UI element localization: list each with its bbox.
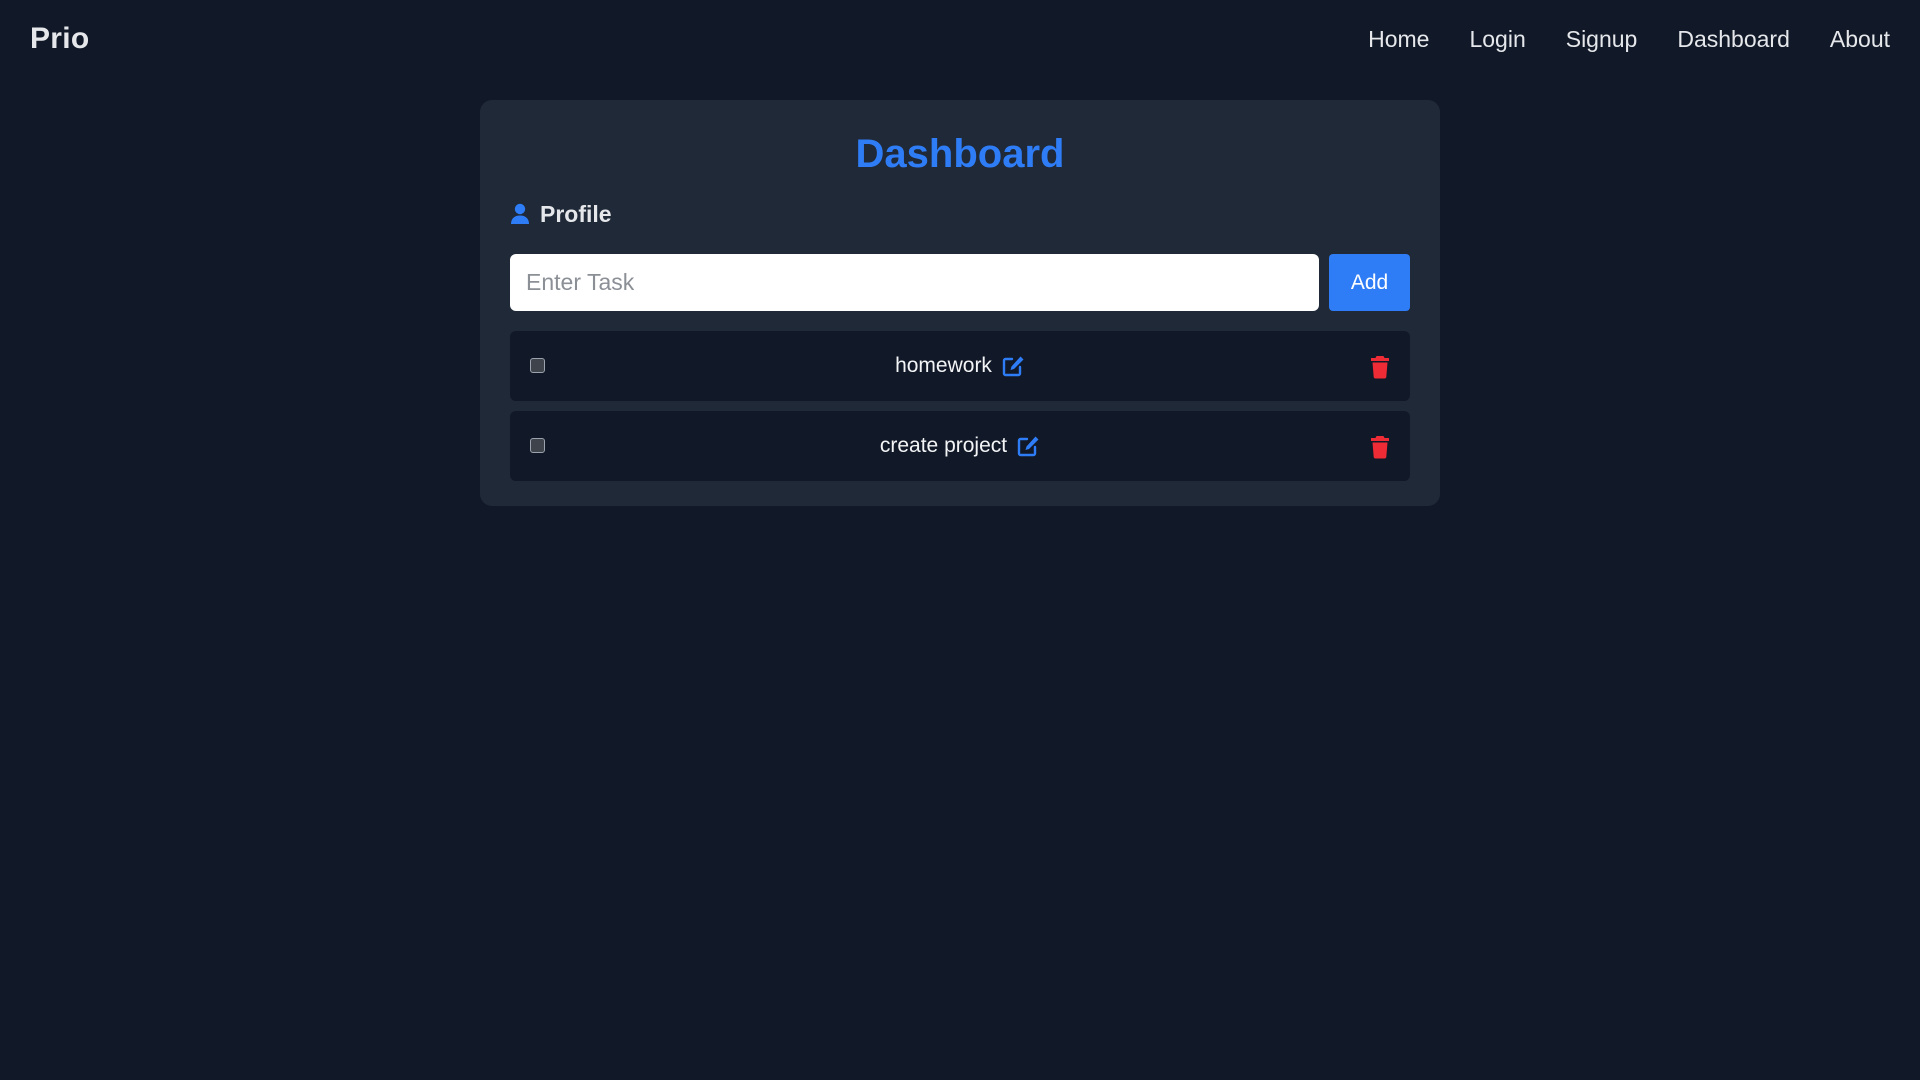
task-input[interactable]: [510, 254, 1319, 311]
nav-link-dashboard[interactable]: Dashboard: [1677, 26, 1790, 53]
task-item: homework: [510, 331, 1410, 401]
profile-label: Profile: [540, 200, 612, 227]
task-checkbox[interactable]: [530, 358, 545, 373]
page-title: Dashboard: [855, 132, 1065, 176]
task-text: create project: [879, 434, 1008, 457]
add-button[interactable]: Add: [1329, 254, 1410, 311]
nav-link-home[interactable]: Home: [1368, 26, 1429, 53]
nav-link-about[interactable]: About: [1830, 26, 1890, 53]
task-content: create project: [880, 434, 1040, 458]
trash-icon[interactable]: [1370, 355, 1390, 379]
task-content: homework: [895, 354, 1025, 378]
task-list: homework create project: [510, 331, 1410, 481]
profile-link[interactable]: Profile: [510, 200, 1410, 228]
user-icon: [510, 203, 530, 225]
brand-logo[interactable]: Prio: [30, 22, 90, 56]
dashboard-card: Dashboard Profile Add homework: [480, 100, 1440, 506]
task-checkbox[interactable]: [530, 438, 545, 453]
trash-icon[interactable]: [1370, 435, 1390, 459]
top-navbar: Prio Home Login Signup Dashboard About: [0, 0, 1920, 78]
nav-link-signup[interactable]: Signup: [1566, 26, 1638, 53]
nav-link-login[interactable]: Login: [1469, 26, 1525, 53]
add-task-row: Add: [510, 254, 1410, 311]
task-text: homework: [895, 354, 992, 377]
edit-icon[interactable]: [1017, 435, 1040, 457]
task-item: create project: [510, 411, 1410, 481]
nav-links: Home Login Signup Dashboard About: [1328, 26, 1890, 53]
edit-icon[interactable]: [1002, 355, 1025, 377]
